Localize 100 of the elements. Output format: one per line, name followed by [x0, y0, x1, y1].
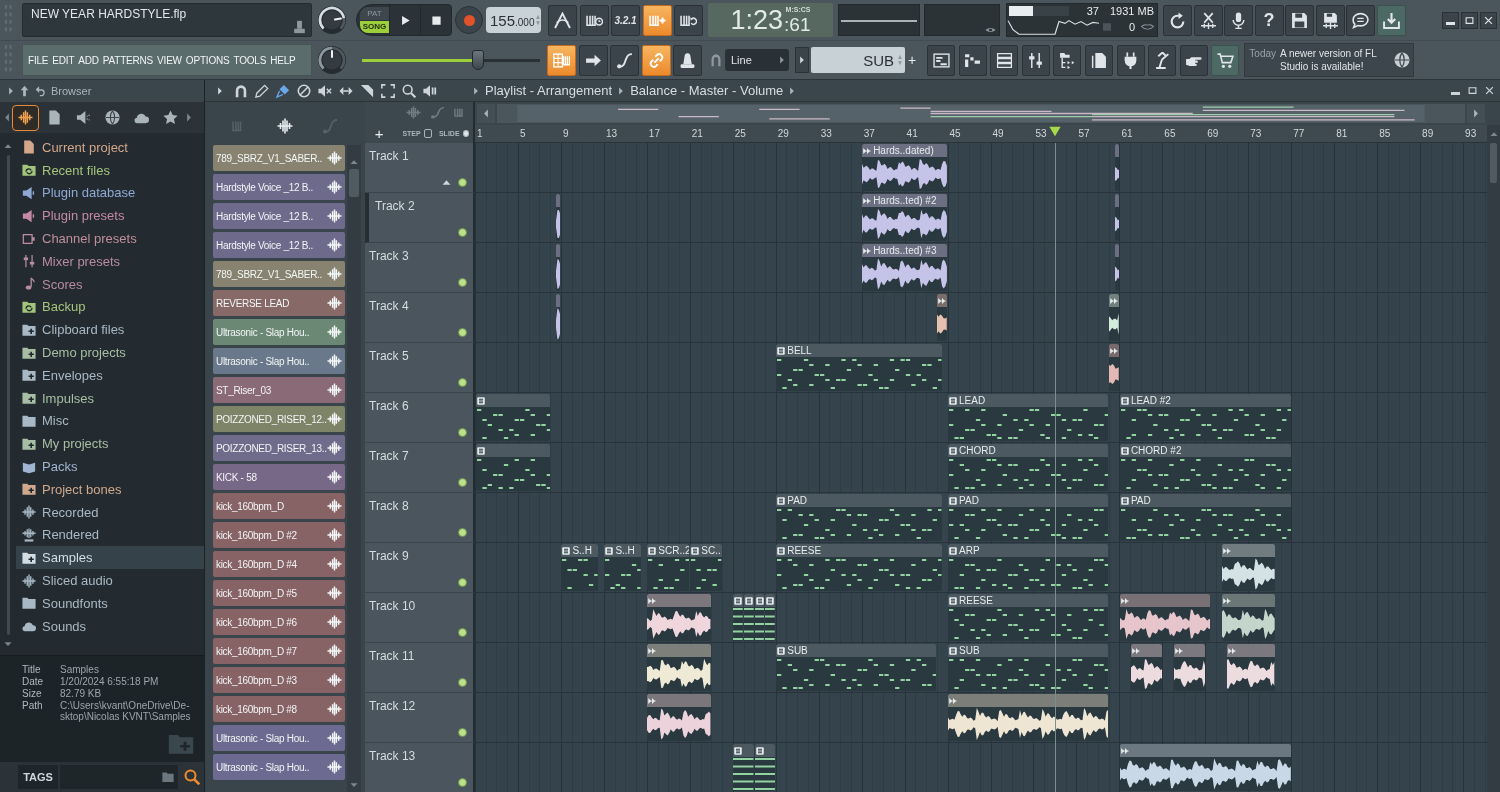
pattern-clip[interactable]: LEAD: [948, 394, 1109, 441]
track-header[interactable]: Track 6: [365, 393, 475, 443]
browser-item[interactable]: Soundfonts: [16, 591, 204, 615]
pattern-clip[interactable]: LEAD #2: [1119, 394, 1291, 441]
pattern-clip[interactable]: SUB: [776, 644, 937, 691]
record-audio-button[interactable]: [1224, 4, 1253, 36]
export-button[interactable]: [1315, 4, 1345, 36]
channel-button[interactable]: KICK - 58: [213, 464, 345, 490]
piano-roll-button[interactable]: [958, 44, 987, 76]
channel-button[interactable]: 789_SBRZ_V1_SABER..: [213, 145, 345, 171]
slide-toggle[interactable]: [462, 129, 469, 137]
pattern-clip[interactable]: PAD: [776, 494, 942, 541]
track-header[interactable]: Track 3: [365, 243, 475, 293]
project-files-button[interactable]: [1084, 44, 1113, 76]
audio-clip[interactable]: [647, 594, 711, 641]
audio-clip[interactable]: Hards..dated): [862, 144, 948, 191]
channel-button[interactable]: Hardstyle Voice _12 B..: [213, 232, 345, 258]
track-header[interactable]: Track 9: [365, 543, 475, 593]
browser-item[interactable]: Mixer presets: [16, 250, 204, 273]
tags-button[interactable]: TAGS: [18, 765, 58, 789]
track-header[interactable]: Track 5: [365, 343, 475, 393]
browser-item[interactable]: Misc: [16, 409, 204, 433]
channel-button[interactable]: kick_160bpm_D: [213, 493, 345, 519]
channel-button[interactable]: kick_160bpm_D #7: [213, 638, 345, 664]
undo-button[interactable]: [1163, 4, 1192, 36]
scrollbar-thumb[interactable]: [349, 169, 359, 197]
channel-button[interactable]: POIZZONED_RISER_12..: [213, 406, 345, 432]
channel-button[interactable]: kick_160bpm_D #2: [213, 522, 345, 548]
mute-led[interactable]: [458, 778, 467, 787]
pattern-clip[interactable]: PAD: [1119, 494, 1291, 541]
lamp-button[interactable]: [1148, 44, 1177, 76]
audio-clip[interactable]: [1130, 644, 1162, 691]
audio-clip[interactable]: [1109, 294, 1119, 341]
pattern-clip[interactable]: [765, 594, 776, 641]
mute-led[interactable]: [458, 228, 467, 237]
audio-clip[interactable]: [1221, 544, 1275, 591]
loop-record-button[interactable]: [674, 4, 703, 36]
audio-clip[interactable]: [647, 694, 711, 741]
browser-button[interactable]: [1053, 44, 1082, 76]
audio-clip[interactable]: [556, 244, 561, 291]
channel-button[interactable]: REVERSE LEAD: [213, 290, 345, 316]
mute-led[interactable]: [458, 428, 467, 437]
mixer-button[interactable]: [1021, 44, 1050, 76]
channel-button[interactable]: Ultrasonic - Slap Hou..: [213, 319, 345, 345]
step-checkbox[interactable]: [423, 128, 432, 138]
track-header[interactable]: Track 11: [365, 643, 475, 693]
browser-item[interactable]: Impulses: [16, 386, 204, 410]
channel-button[interactable]: Ultrasonic - Slap Hou..: [213, 725, 345, 751]
browser-item[interactable]: Demo projects: [16, 341, 204, 364]
tempo-field[interactable]: 155.000: [486, 7, 541, 33]
pattern-clip[interactable]: [475, 444, 550, 491]
browser-item[interactable]: Clipboard files: [16, 318, 204, 342]
pattern-clip[interactable]: BELL: [776, 344, 942, 391]
add-pattern-button[interactable]: +: [905, 47, 919, 73]
pattern-clip[interactable]: [733, 594, 743, 641]
audio-clip[interactable]: [556, 294, 561, 341]
chat-button[interactable]: [1346, 4, 1375, 36]
countdown-button[interactable]: 3.2.1: [611, 4, 640, 36]
slider-thumb[interactable]: [471, 50, 484, 70]
typing-keyboard-button[interactable]: [642, 4, 672, 36]
mute-led[interactable]: [458, 328, 467, 337]
minimize-button[interactable]: [1442, 11, 1459, 29]
pattern-clip[interactable]: [754, 744, 776, 791]
bell-button[interactable]: [673, 44, 702, 76]
browser-item[interactable]: Project bones: [16, 477, 204, 501]
menu-item[interactable]: OPTIONS: [185, 54, 230, 66]
menu-item[interactable]: VIEW: [157, 54, 182, 66]
channel-button[interactable]: 789_SBRZ_V1_SABER..: [213, 261, 345, 287]
browser-item[interactable]: Recorded: [16, 500, 204, 524]
browser-item[interactable]: Plugin database: [16, 181, 204, 205]
link-button[interactable]: [641, 44, 671, 76]
pattern-clip[interactable]: [744, 594, 754, 641]
pattern-clip[interactable]: REESE: [776, 544, 942, 591]
menu-item[interactable]: EDIT: [52, 54, 75, 66]
browser-item[interactable]: Scores: [16, 272, 204, 296]
audio-clip[interactable]: [647, 644, 711, 691]
channel-button[interactable]: Ultrasonic - Slap Hou..: [213, 348, 345, 374]
track-header[interactable]: Track 8: [365, 493, 475, 543]
mute-led[interactable]: [458, 478, 467, 487]
mute-led[interactable]: [458, 528, 467, 537]
menu-item[interactable]: HELP: [270, 54, 296, 66]
menu-item[interactable]: PATTERNS: [102, 54, 154, 66]
browser-item[interactable]: Current project: [16, 136, 204, 159]
cut-button[interactable]: [1193, 4, 1223, 36]
scroll-right-button[interactable]: [1467, 104, 1485, 123]
mute-led[interactable]: [458, 578, 467, 587]
hand-button[interactable]: [1179, 44, 1208, 76]
audio-clip[interactable]: [556, 194, 561, 241]
pattern-clip[interactable]: [475, 394, 550, 441]
browser-item[interactable]: Samples: [16, 546, 204, 570]
snap-dropdown[interactable]: Line: [725, 49, 789, 71]
audio-clip[interactable]: [1114, 194, 1119, 241]
pattern-clip[interactable]: SUB: [948, 644, 1109, 691]
pattern-clip[interactable]: PAD: [948, 494, 1109, 541]
add-track-button[interactable]: +: [373, 124, 386, 142]
audio-clip[interactable]: [1221, 594, 1275, 641]
shop-button[interactable]: [1211, 44, 1240, 76]
browser-item[interactable]: Backup: [16, 295, 204, 319]
mute-led[interactable]: [458, 628, 467, 637]
browser-item[interactable]: My projects: [16, 432, 204, 456]
